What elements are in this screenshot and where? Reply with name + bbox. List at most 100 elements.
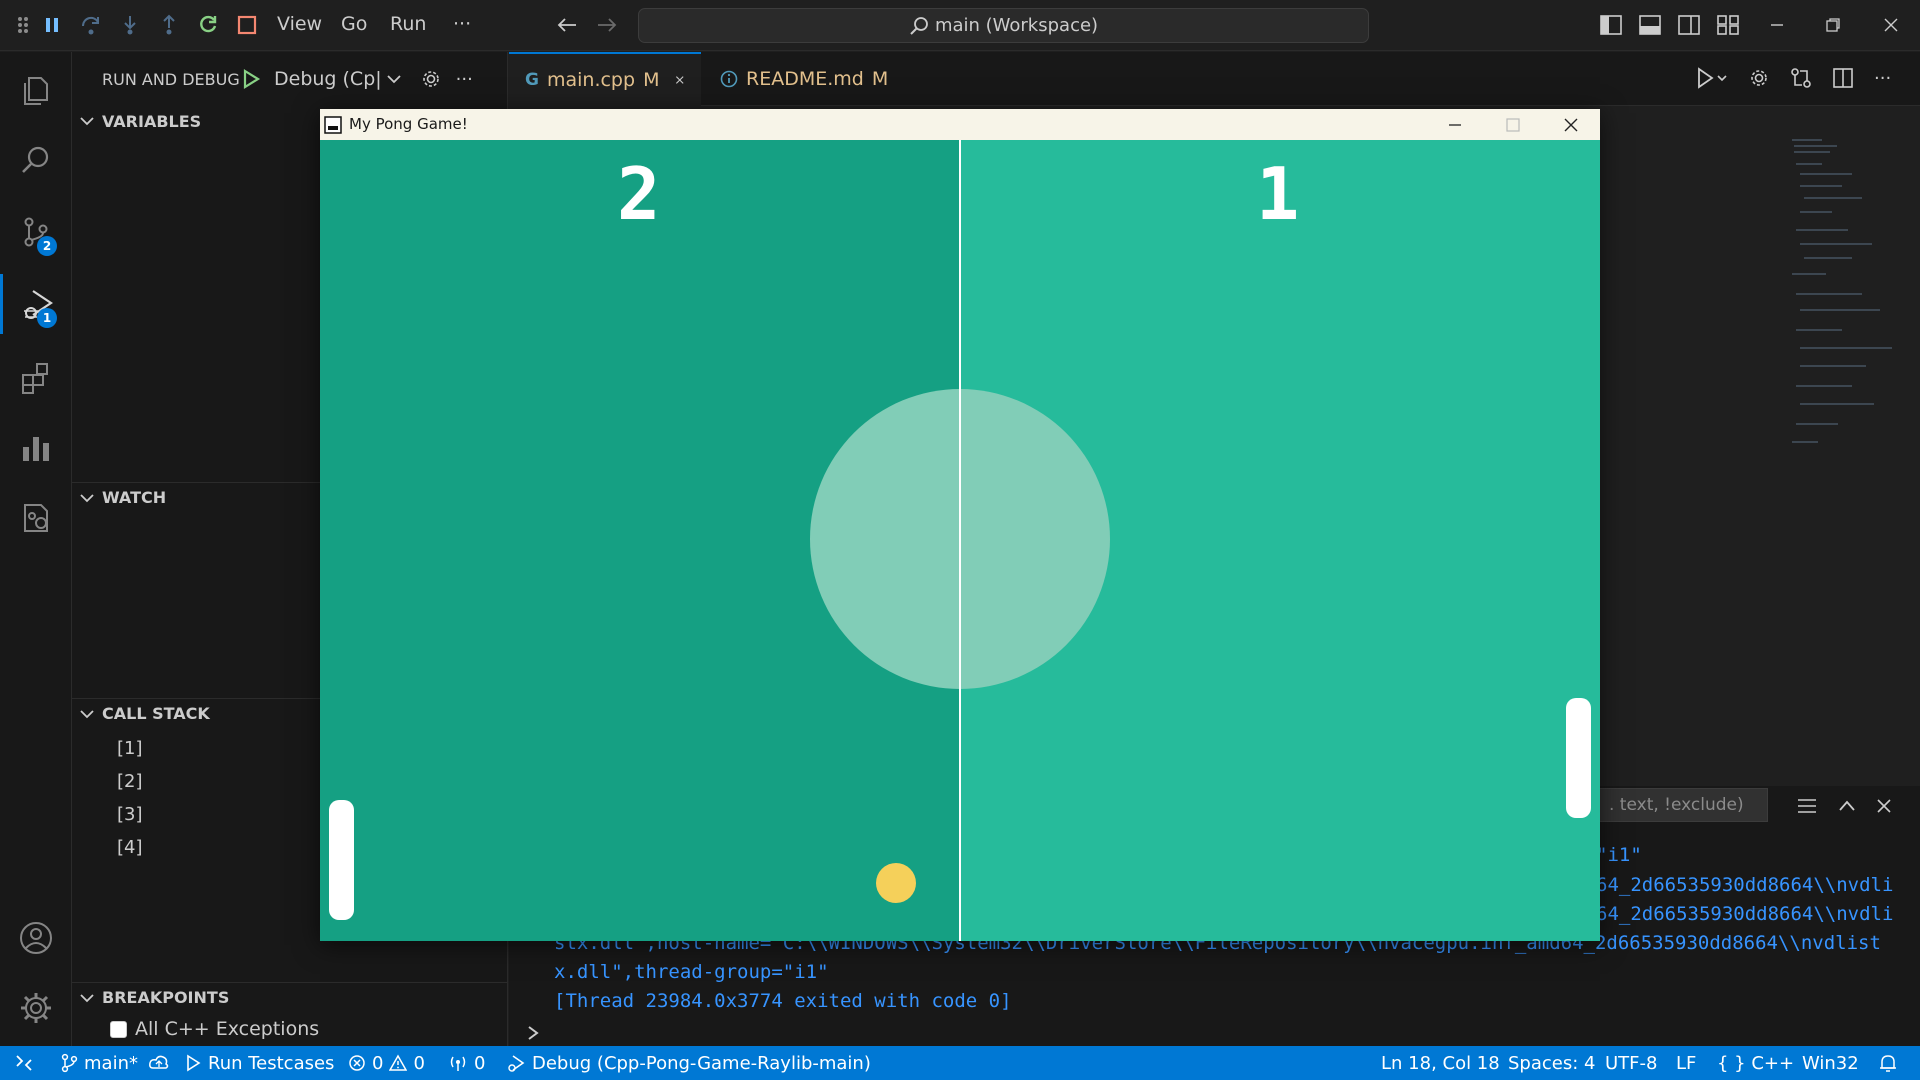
- gear-icon[interactable]: [420, 68, 442, 90]
- problems-indicator[interactable]: 0 0: [348, 1046, 425, 1080]
- sidebar-header: RUN AND DEBUG Debug (Cp| ···: [72, 52, 508, 106]
- console-line: x.dll",thread-group="i1": [554, 961, 829, 983]
- tab-readme-md[interactable]: README.md M: [704, 52, 904, 106]
- minimap[interactable]: [1782, 134, 1902, 454]
- editor-actions: ···: [1694, 66, 1891, 90]
- breakpoint-row: All C++ Exceptions: [110, 1018, 319, 1040]
- editor-tabs: G main.cpp M README.md M ···: [509, 52, 1920, 106]
- run-debug-dropdown-icon[interactable]: [1694, 66, 1728, 90]
- chevron-down-icon: [72, 493, 102, 503]
- step-out-icon[interactable]: [154, 10, 184, 40]
- word-wrap-icon[interactable]: [1796, 796, 1818, 816]
- close-icon[interactable]: [675, 73, 685, 87]
- minimize-icon[interactable]: [1764, 12, 1790, 38]
- start-debugging-icon[interactable]: [240, 68, 262, 90]
- run-testcases-button[interactable]: Run Testcases: [184, 1046, 334, 1080]
- platform[interactable]: Win32: [1802, 1046, 1859, 1080]
- exceptions-checkbox[interactable]: [110, 1020, 127, 1038]
- console-prompt-chevron-icon[interactable]: [526, 1024, 540, 1042]
- play-icon: [187, 1054, 201, 1072]
- toggle-sidebar-icon[interactable]: [1598, 12, 1624, 38]
- sync-cloud-icon[interactable]: [148, 1054, 170, 1072]
- panel-actions: [1796, 796, 1892, 816]
- toggle-panel-icon[interactable]: [1637, 12, 1663, 38]
- line-ending[interactable]: LF: [1676, 1046, 1696, 1080]
- close-window-icon[interactable]: [1878, 12, 1904, 38]
- run-testcases-label: Run Testcases: [208, 1052, 335, 1074]
- call-stack-item[interactable]: [1]: [117, 738, 143, 759]
- call-stack-item[interactable]: [3]: [117, 804, 143, 825]
- menu-go[interactable]: Go: [341, 13, 367, 35]
- customize-layout-icon[interactable]: [1715, 12, 1741, 38]
- more-actions-icon[interactable]: ···: [456, 69, 473, 90]
- chevron-up-icon[interactable]: [1838, 799, 1856, 813]
- settings-gear-icon[interactable]: [0, 978, 72, 1038]
- menu-view[interactable]: View: [277, 13, 322, 35]
- pong-ball: [876, 863, 916, 903]
- debug-config-label[interactable]: Debug (Cp|: [274, 68, 382, 90]
- tab-main-cpp[interactable]: G main.cpp M: [509, 52, 701, 106]
- source-control-icon[interactable]: 2: [0, 202, 72, 262]
- remote-indicator-icon[interactable]: [14, 1046, 34, 1080]
- more-actions-icon[interactable]: ···: [1874, 68, 1891, 89]
- run-debug-icon[interactable]: 1: [0, 274, 72, 334]
- maximize-icon[interactable]: [1505, 117, 1521, 133]
- console-filter-input[interactable]: . text, !exclude): [1590, 788, 1768, 822]
- chevron-down-icon: [72, 709, 102, 719]
- debug-session-indicator[interactable]: Debug (Cpp-Pong-Game-Raylib-main): [506, 1046, 871, 1080]
- pause-icon[interactable]: [37, 10, 67, 40]
- stop-icon[interactable]: [232, 10, 262, 40]
- chevron-down-icon[interactable]: [386, 73, 402, 85]
- ports-indicator[interactable]: 0: [448, 1046, 485, 1080]
- close-icon[interactable]: [1876, 798, 1892, 814]
- compare-changes-icon[interactable]: [1790, 67, 1812, 89]
- language-mode[interactable]: { } C++: [1717, 1046, 1794, 1080]
- chevron-down-icon: [72, 993, 102, 1003]
- menu-more[interactable]: ···: [453, 13, 471, 35]
- close-window-icon[interactable]: [1563, 117, 1579, 133]
- score-right: 1: [1256, 152, 1300, 236]
- game-title-bar: My Pong Game!: [320, 109, 1600, 140]
- search-icon[interactable]: [0, 130, 72, 190]
- command-center-label: main (Workspace): [934, 15, 1099, 36]
- error-count: 0: [372, 1052, 384, 1074]
- score-left: 2: [617, 152, 661, 236]
- forward-arrow-icon[interactable]: [592, 10, 622, 40]
- breakpoints-section-header[interactable]: BREAKPOINTS: [72, 982, 508, 1012]
- menu-run[interactable]: Run: [390, 13, 426, 35]
- restore-icon[interactable]: [1820, 12, 1846, 38]
- call-stack-item[interactable]: [2]: [117, 771, 143, 792]
- tab-label: main.cpp: [546, 69, 636, 91]
- account-icon[interactable]: [0, 908, 72, 968]
- debug-config-selector[interactable]: Debug (Cp| ···: [240, 62, 480, 96]
- step-over-icon[interactable]: [76, 10, 106, 40]
- drag-handle-icon[interactable]: [8, 10, 38, 40]
- console-line: "i1": [1596, 844, 1642, 866]
- minimize-icon[interactable]: [1447, 117, 1463, 133]
- cursor-position[interactable]: Ln 18, Col 18: [1381, 1046, 1500, 1080]
- branch-indicator[interactable]: main*: [60, 1046, 170, 1080]
- remote-explorer-icon[interactable]: [0, 488, 72, 548]
- restart-icon[interactable]: [193, 10, 223, 40]
- sidebar-title: RUN AND DEBUG: [102, 70, 240, 89]
- search-icon: [910, 16, 928, 35]
- call-stack-item[interactable]: [4]: [117, 837, 143, 858]
- toggle-secondary-sidebar-icon[interactable]: [1676, 12, 1702, 38]
- status-bar: main* Run Testcases 0 0 0 Debug (Cpp-Pon…: [0, 1046, 1920, 1080]
- split-editor-icon[interactable]: [1832, 67, 1854, 89]
- step-into-icon[interactable]: [115, 10, 145, 40]
- back-arrow-icon[interactable]: [552, 10, 582, 40]
- charts-icon[interactable]: [0, 418, 72, 478]
- indentation[interactable]: Spaces: 4: [1508, 1046, 1595, 1080]
- explorer-icon[interactable]: [0, 60, 72, 120]
- cpp-file-icon: G: [525, 70, 539, 90]
- extensions-icon[interactable]: [0, 348, 72, 408]
- branch-label: main*: [84, 1052, 138, 1074]
- notifications-bell-icon[interactable]: [1878, 1046, 1898, 1080]
- right-paddle: [1566, 698, 1591, 818]
- gear-icon[interactable]: [1748, 67, 1770, 89]
- command-center[interactable]: main (Workspace): [638, 8, 1369, 43]
- game-canvas[interactable]: 2 1: [320, 140, 1600, 941]
- encoding[interactable]: UTF-8: [1605, 1046, 1657, 1080]
- warning-icon: [389, 1054, 408, 1071]
